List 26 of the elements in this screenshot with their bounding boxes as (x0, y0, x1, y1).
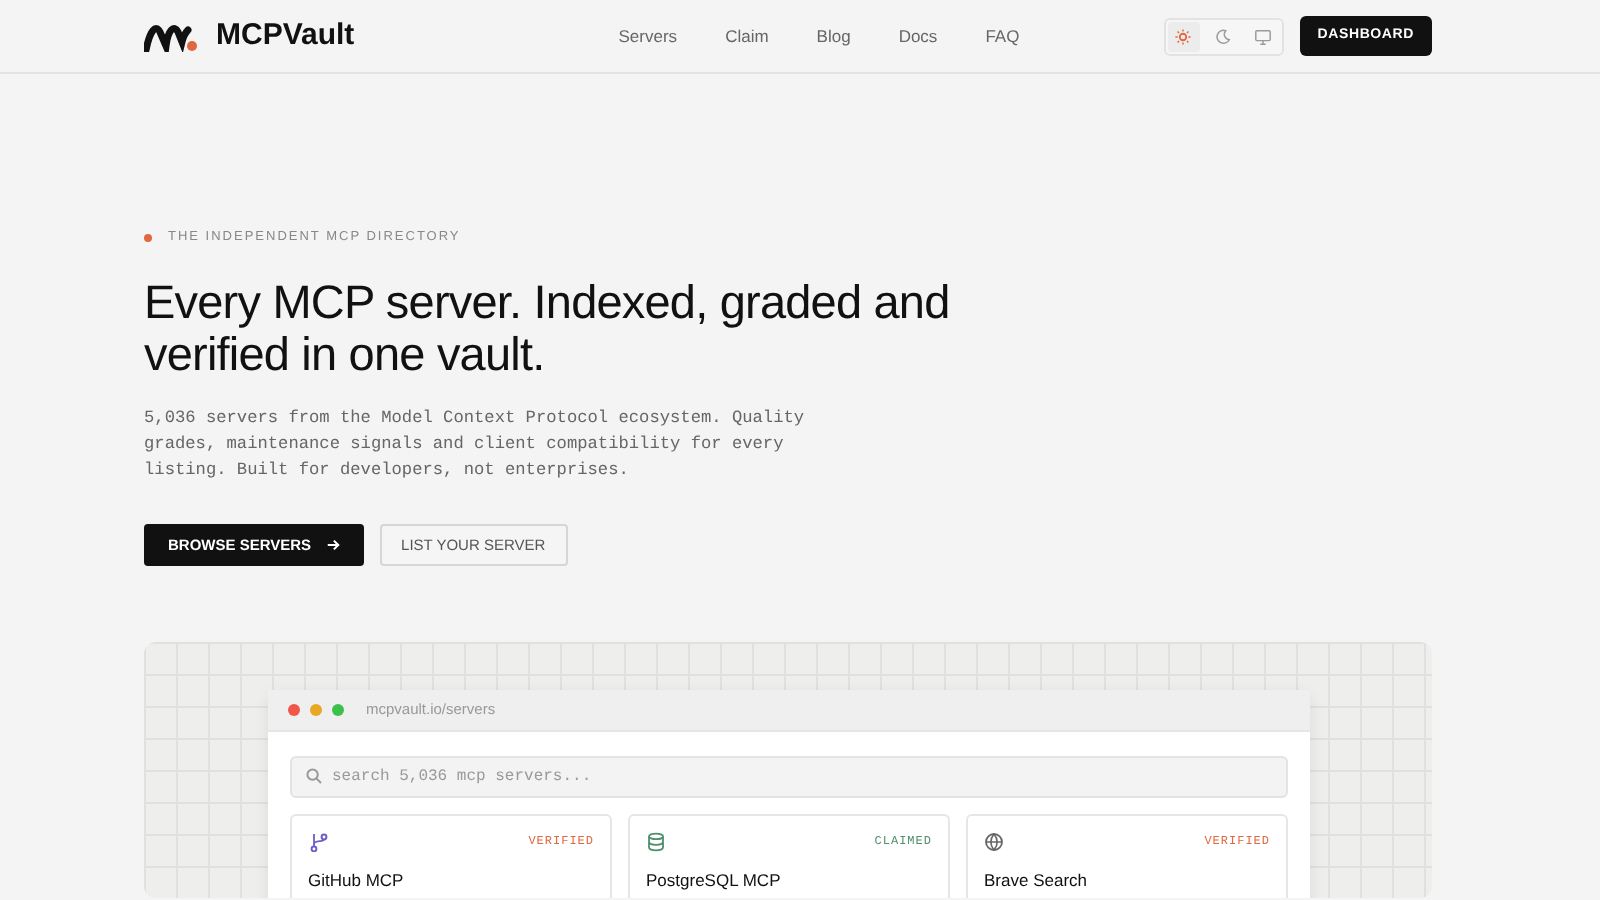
theme-toggle[interactable] (1167, 21, 1200, 51)
brand-name[interactable]: MCPVault (216, 13, 355, 59)
server-name: PostgreSQL MCP (646, 867, 783, 894)
globe-icon (984, 831, 1004, 852)
hero-description: 5,036 servers from the Model Context Protocol ecosystem. Quality grades, maintenance signals and client compatibility for every listing. Built for developers, not enterprises. (144, 405, 807, 484)
hero-title: Every MCP server. Indexed, graded and verified in one vault. (144, 275, 952, 382)
database-icon (646, 831, 666, 852)
arrow-right-icon (325, 537, 340, 552)
maximize-dot-icon (332, 703, 344, 716)
server-name: GitHub MCP (308, 867, 406, 894)
branch-icon (308, 831, 328, 852)
minimize-dot-icon (310, 703, 322, 716)
close-dot-icon (288, 703, 300, 716)
bullet-icon (144, 233, 152, 242)
server-name: Brave Search (984, 867, 1089, 894)
nav-link[interactable]: Claim (725, 23, 769, 49)
search-icon (306, 768, 322, 785)
nav-link[interactable]: Docs (898, 23, 938, 49)
nav-link[interactable]: FAQ (985, 23, 1020, 49)
search-field[interactable]: search 5,036 mcp servers... (290, 755, 1288, 798)
nav-link[interactable]: Blog (816, 23, 851, 49)
logo-icon (144, 21, 200, 51)
nav-link[interactable]: Servers (618, 23, 678, 49)
monitor-icon (1254, 27, 1273, 45)
moon-icon (1214, 27, 1233, 45)
sun-icon (1174, 27, 1193, 45)
